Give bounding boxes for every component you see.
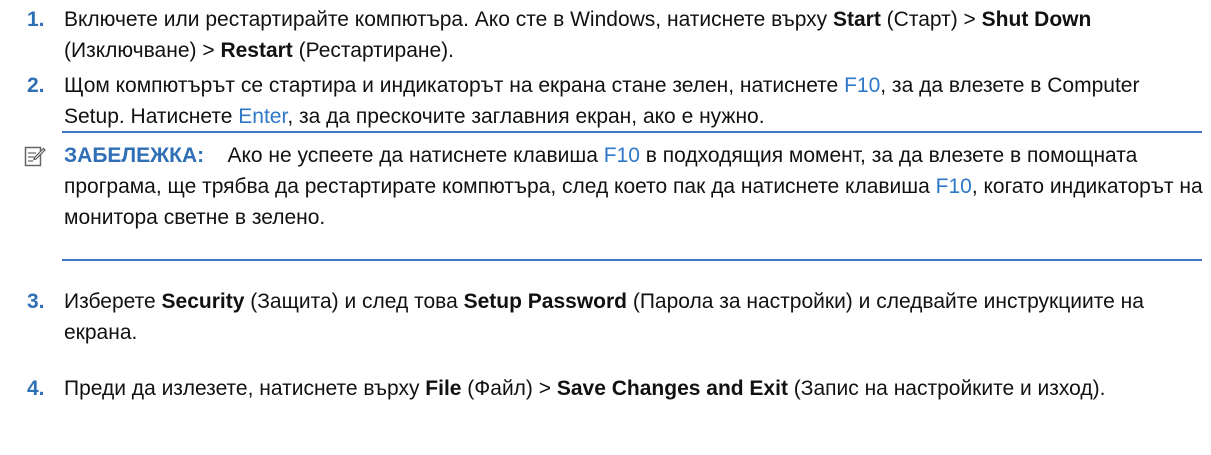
text-segment: , за да прескочите заглавния екран, ако … [287,105,765,128]
text-segment: (Старт) > [880,8,982,31]
step-number: 1. [27,8,45,31]
note-pencil-icon [24,146,46,167]
step-number: 2. [27,74,45,97]
key-f10: F10 [844,74,881,97]
text-segment: (Рестартиране). [292,39,454,62]
key-f10: F10 [603,144,640,167]
menu-shut-down: Shut Down [981,8,1092,31]
step-text: Щом компютърът се стартира и индикаторът… [64,70,1204,132]
step-text: Включете или рестартирайте компютъра. Ак… [64,4,1204,66]
menu-setup-password: Setup Password [463,290,627,313]
text-segment: Щом компютърът се стартира и индикаторът… [64,74,845,97]
menu-security: Security [161,290,245,313]
menu-start: Start [832,8,881,31]
key-f10: F10 [935,175,972,198]
note-top-rule [62,131,1202,133]
menu-file: File [425,377,462,400]
note-box: ЗАБЕЛЕЖКА: Ако не успеете да натиснете к… [20,131,1204,261]
step-text: Преди да излезете, натиснете върху File … [64,373,1204,404]
text-segment: Преди да излезете, натиснете върху [64,377,426,400]
text-segment: (Изключване) > [64,39,221,62]
text-segment: (Защита) и след това [244,290,464,313]
step-number: 4. [27,377,45,400]
text-segment: Изберете [64,290,162,313]
text-segment: (Файл) > [461,377,557,400]
step-text: Изберете Security (Защита) и след това S… [64,286,1204,348]
key-enter: Enter [238,105,288,128]
text-segment: Ако не успеете да натиснете клавиша [227,144,604,167]
menu-save-changes-and-exit: Save Changes and Exit [556,377,788,400]
menu-restart: Restart [220,39,293,62]
note-text: ЗАБЕЛЕЖКА: Ако не успеете да натиснете к… [64,140,1204,233]
text-segment: (Запис на настройките и изход). [787,377,1106,400]
note-bottom-rule [62,259,1202,261]
text-segment: Включете или рестартирайте компютъра. Ак… [64,8,833,31]
step-number: 3. [27,290,45,313]
note-label: ЗАБЕЛЕЖКА: [64,144,205,167]
